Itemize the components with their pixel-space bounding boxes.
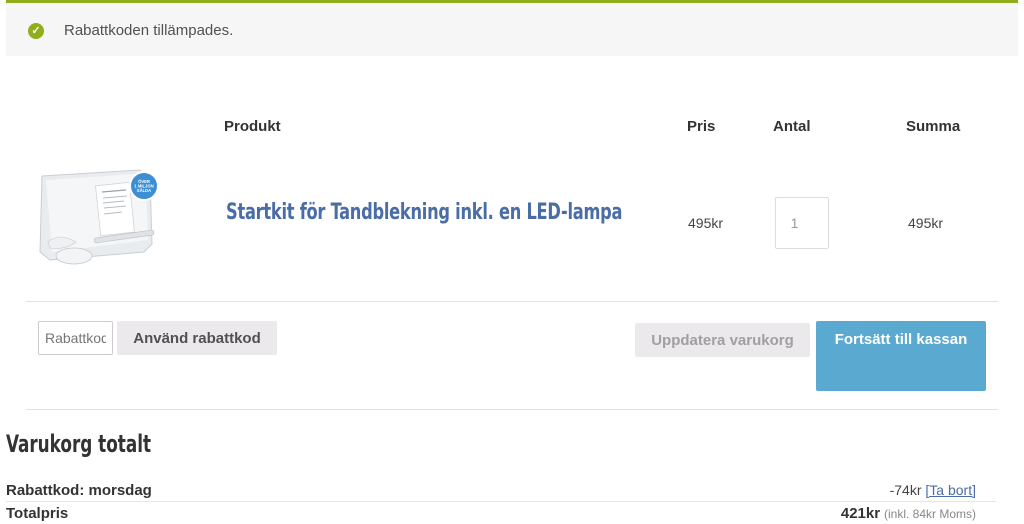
coupon-code-input[interactable]: [38, 321, 113, 355]
tax-note: (inkl. 84kr Moms): [883, 507, 976, 521]
apply-coupon-button[interactable]: Använd rabattkod: [117, 321, 277, 355]
header-quantity: Antal: [773, 118, 811, 135]
product-thumbnail[interactable]: ÖVER 1 MILJON SÅLDA: [36, 168, 158, 276]
product-name-link[interactable]: Startkit för Tandblekning inkl. en LED-l…: [226, 200, 622, 225]
cart-totals-title: Varukorg totalt: [6, 430, 152, 458]
product-subtotal: 495kr: [908, 215, 944, 231]
update-cart-button[interactable]: Uppdatera varukorg: [635, 323, 810, 357]
total-row-value: 421kr (inkl. 84kr Moms): [841, 505, 976, 522]
notice-message: Rabattkoden tillämpades.: [64, 22, 234, 39]
header-price: Pris: [687, 118, 716, 135]
divider: [26, 409, 998, 410]
divider: [6, 501, 996, 502]
discount-row-value: -74kr [Ta bort]: [890, 482, 976, 498]
product-price: 495kr: [688, 215, 724, 231]
divider: [26, 301, 998, 302]
proceed-to-checkout-button[interactable]: Fortsätt till kassan: [816, 321, 986, 391]
checkmark-icon: ✓: [28, 23, 44, 39]
header-total: Summa: [906, 118, 961, 135]
total-value: 421kr: [840, 505, 881, 522]
coupon-applied-notice: ✓ Rabattkoden tillämpades.: [6, 0, 1018, 56]
svg-text:SÅLDA: SÅLDA: [137, 188, 151, 193]
discount-label: Rabattkod: morsdag: [6, 482, 152, 499]
discount-value: -74kr: [889, 482, 922, 498]
quantity-input[interactable]: [775, 197, 829, 249]
remove-coupon-link[interactable]: [Ta bort]: [925, 482, 976, 498]
header-product: Produkt: [224, 118, 281, 135]
total-label: Totalpris: [6, 505, 69, 522]
